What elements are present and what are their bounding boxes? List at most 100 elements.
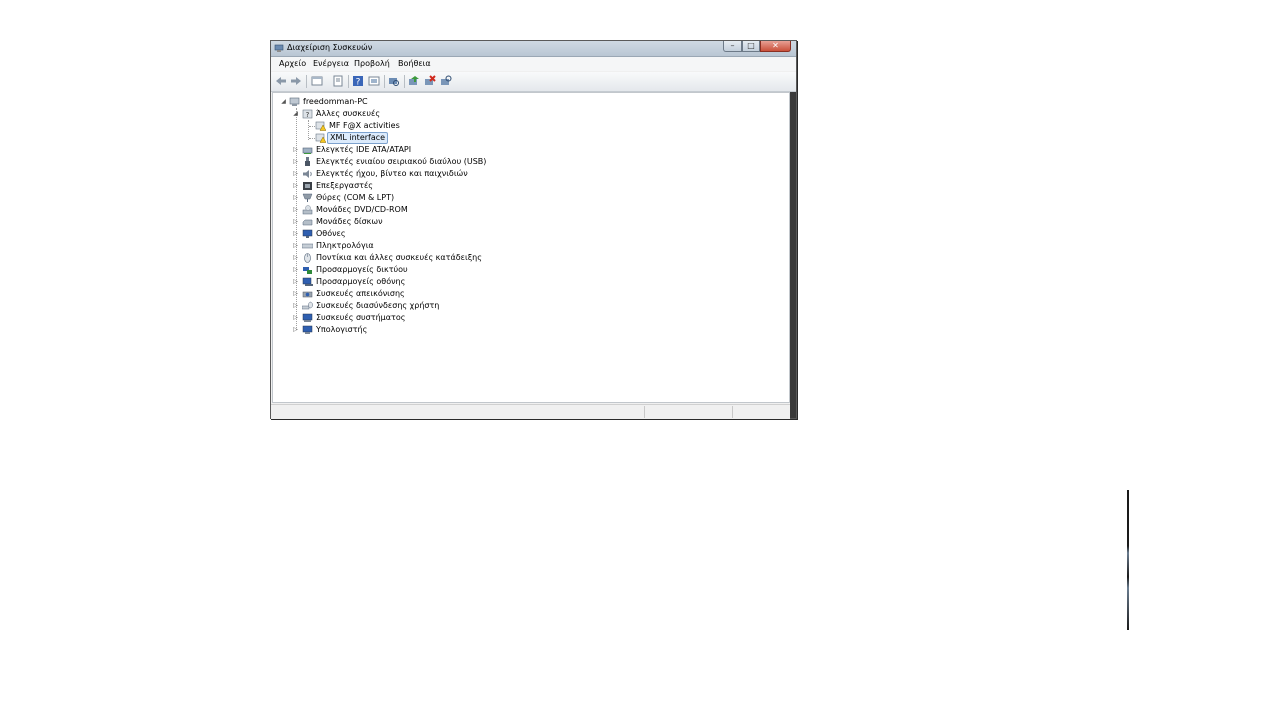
collapse-arrow-icon[interactable]: ◢: [280, 98, 287, 106]
expand-arrow-icon[interactable]: ▷: [292, 158, 299, 166]
scan-hardware-icon[interactable]: [388, 75, 400, 87]
status-bar-cell: [732, 406, 789, 418]
view-icon[interactable]: [368, 75, 380, 87]
expand-arrow-icon[interactable]: ▷: [292, 230, 299, 238]
display-adapter-icon: [302, 277, 313, 286]
tree-node-system-devices[interactable]: ▷ Συσκευές συστήματος: [273, 312, 573, 324]
tree-node-label: Συσκευές συστήματος: [316, 313, 406, 322]
tree-node-label: Ελεγκτές IDE ATA/ATAPI: [316, 145, 412, 154]
tree-node-label: Θύρες (COM & LPT): [316, 193, 395, 202]
tree-node-sound-controllers[interactable]: ▷ Ελεγκτές ήχου, βίντεο και παιχνιδιών: [273, 168, 573, 180]
tree-node-label: Προσαρμογείς οθόνης: [316, 277, 406, 286]
menu-file[interactable]: Αρχείο: [279, 59, 306, 68]
tree-node-mf-fax[interactable]: MF F@X activities: [273, 120, 573, 132]
computer-icon: [302, 325, 313, 334]
tree-node-other-devices[interactable]: ◢ ? Άλλες συσκευές: [273, 108, 573, 120]
menu-action[interactable]: Ενέργεια: [313, 59, 349, 68]
expand-arrow-icon[interactable]: ▷: [292, 278, 299, 286]
hid-device-icon: [302, 301, 313, 310]
minimize-button[interactable]: –: [723, 41, 742, 52]
device-tree[interactable]: ◢ freedomman-PC ◢ ? Άλλες συσκευές MF F@…: [272, 92, 790, 403]
tree-node-usb-controllers[interactable]: ▷ Ελεγκτές ενιαίου σειριακού διαύλου (US…: [273, 156, 573, 168]
tree-node-label: Προσαρμογείς δικτύου: [316, 265, 408, 274]
tree-node-disk-drives[interactable]: ▷ Μονάδες δίσκων: [273, 216, 573, 228]
status-bar: [271, 404, 790, 419]
tree-node-label: Μονάδες δίσκων: [316, 217, 383, 226]
expand-arrow-icon[interactable]: ▷: [292, 182, 299, 190]
mouse-icon: [304, 253, 311, 263]
toolbar: ?: [271, 72, 796, 92]
processor-icon: [303, 182, 312, 190]
port-icon: [302, 193, 313, 202]
usb-icon: [305, 157, 310, 166]
expand-arrow-icon[interactable]: ▷: [292, 290, 299, 298]
device-manager-icon: [274, 44, 284, 52]
details-icon[interactable]: [332, 75, 344, 87]
tree-node-label: Επεξεργαστές: [316, 181, 373, 190]
tree-node-label: Συσκευές απεικόνισης: [316, 289, 405, 298]
ide-controller-icon: [302, 147, 313, 154]
tree-node-monitors[interactable]: ▷ Οθόνες: [273, 228, 573, 240]
expand-arrow-icon[interactable]: ▷: [292, 206, 299, 214]
tree-node-computer[interactable]: ◢ freedomman-PC: [273, 96, 573, 108]
keyboard-icon: [302, 243, 313, 249]
close-button[interactable]: ✕: [760, 41, 791, 52]
tree-node-network-adapters[interactable]: ▷ Προσαρμογείς δικτύου: [273, 264, 573, 276]
speaker-icon: [303, 170, 312, 178]
properties-icon[interactable]: [311, 75, 323, 87]
menu-help[interactable]: Βοήθεια: [398, 59, 431, 68]
menu-bar: Αρχείο Ενέργεια Προβολή Βοήθεια: [271, 57, 796, 71]
expand-arrow-icon[interactable]: ▷: [292, 254, 299, 262]
collapse-arrow-icon[interactable]: ◢: [292, 110, 299, 118]
update-driver-icon[interactable]: [408, 75, 420, 87]
title-bar[interactable]: Διαχείριση Συσκευών – □ ✕: [271, 41, 796, 57]
device-manager-window: Διαχείριση Συσκευών – □ ✕ Αρχείο Ενέργει…: [270, 40, 797, 419]
expand-arrow-icon[interactable]: ▷: [292, 146, 299, 154]
warning-device-icon: [315, 133, 326, 143]
tree-node-xml-interface[interactable]: XML interface: [273, 132, 573, 144]
tree-node-label: Άλλες συσκευές: [316, 109, 381, 118]
tree-node-ide-controllers[interactable]: ▷ Ελεγκτές IDE ATA/ATAPI: [273, 144, 573, 156]
expand-arrow-icon[interactable]: ▷: [292, 302, 299, 310]
tree-node-computer-category[interactable]: ▷ Υπολογιστής: [273, 324, 573, 336]
tree-node-display-adapters[interactable]: ▷ Προσαρμογείς οθόνης: [273, 276, 573, 288]
expand-arrow-icon[interactable]: ▷: [292, 266, 299, 274]
forward-arrow-icon[interactable]: [290, 75, 302, 87]
imaging-device-icon: [302, 291, 313, 298]
expand-arrow-icon[interactable]: ▷: [292, 194, 299, 202]
tree-node-mice[interactable]: ▷ Ποντίκια και άλλες συσκευές κατάδειξης: [273, 252, 573, 264]
back-arrow-icon[interactable]: [275, 75, 287, 87]
maximize-button[interactable]: □: [742, 41, 760, 52]
expand-arrow-icon[interactable]: ▷: [292, 314, 299, 322]
unknown-device-icon: ?: [302, 109, 313, 119]
uninstall-icon[interactable]: [424, 75, 436, 87]
toolbar-separator: [306, 75, 307, 88]
expand-arrow-icon[interactable]: ▷: [292, 326, 299, 334]
tree-node-dvd-drives[interactable]: ▷ Μονάδες DVD/CD-ROM: [273, 204, 573, 216]
tree-node-keyboards[interactable]: ▷ Πληκτρολόγια: [273, 240, 573, 252]
computer-icon: [289, 97, 300, 106]
vertical-divider-line: [1127, 490, 1129, 630]
toolbar-separator: [384, 75, 385, 88]
tree-node-label: MF F@X activities: [329, 121, 400, 130]
expand-arrow-icon[interactable]: ▷: [292, 242, 299, 250]
tree-node-ports[interactable]: ▷ Θύρες (COM & LPT): [273, 192, 573, 204]
window-title: Διαχείριση Συσκευών: [287, 43, 373, 52]
network-adapter-icon: [303, 267, 312, 274]
system-device-icon: [302, 313, 313, 322]
warning-device-icon: [315, 121, 326, 131]
tree-node-processors[interactable]: ▷ Επεξεργαστές: [273, 180, 573, 192]
status-bar-cell: [644, 406, 733, 418]
help-icon[interactable]: ?: [352, 75, 364, 87]
tree-node-label: Ελεγκτές ενιαίου σειριακού διαύλου (USB): [316, 157, 487, 166]
dvd-drive-icon: [302, 205, 313, 215]
tree-node-hid-devices[interactable]: ▷ Συσκευές διασύνδεσης χρήστη: [273, 300, 573, 312]
expand-arrow-icon[interactable]: ▷: [292, 170, 299, 178]
tree-node-label: Ποντίκια και άλλες συσκευές κατάδειξης: [316, 253, 482, 262]
tree-node-label: Υπολογιστής: [316, 325, 368, 334]
expand-arrow-icon[interactable]: ▷: [292, 218, 299, 226]
disable-icon[interactable]: [440, 75, 452, 87]
tree-root-label: freedomman-PC: [303, 97, 368, 106]
tree-node-imaging-devices[interactable]: ▷ Συσκευές απεικόνισης: [273, 288, 573, 300]
menu-view[interactable]: Προβολή: [354, 59, 390, 68]
